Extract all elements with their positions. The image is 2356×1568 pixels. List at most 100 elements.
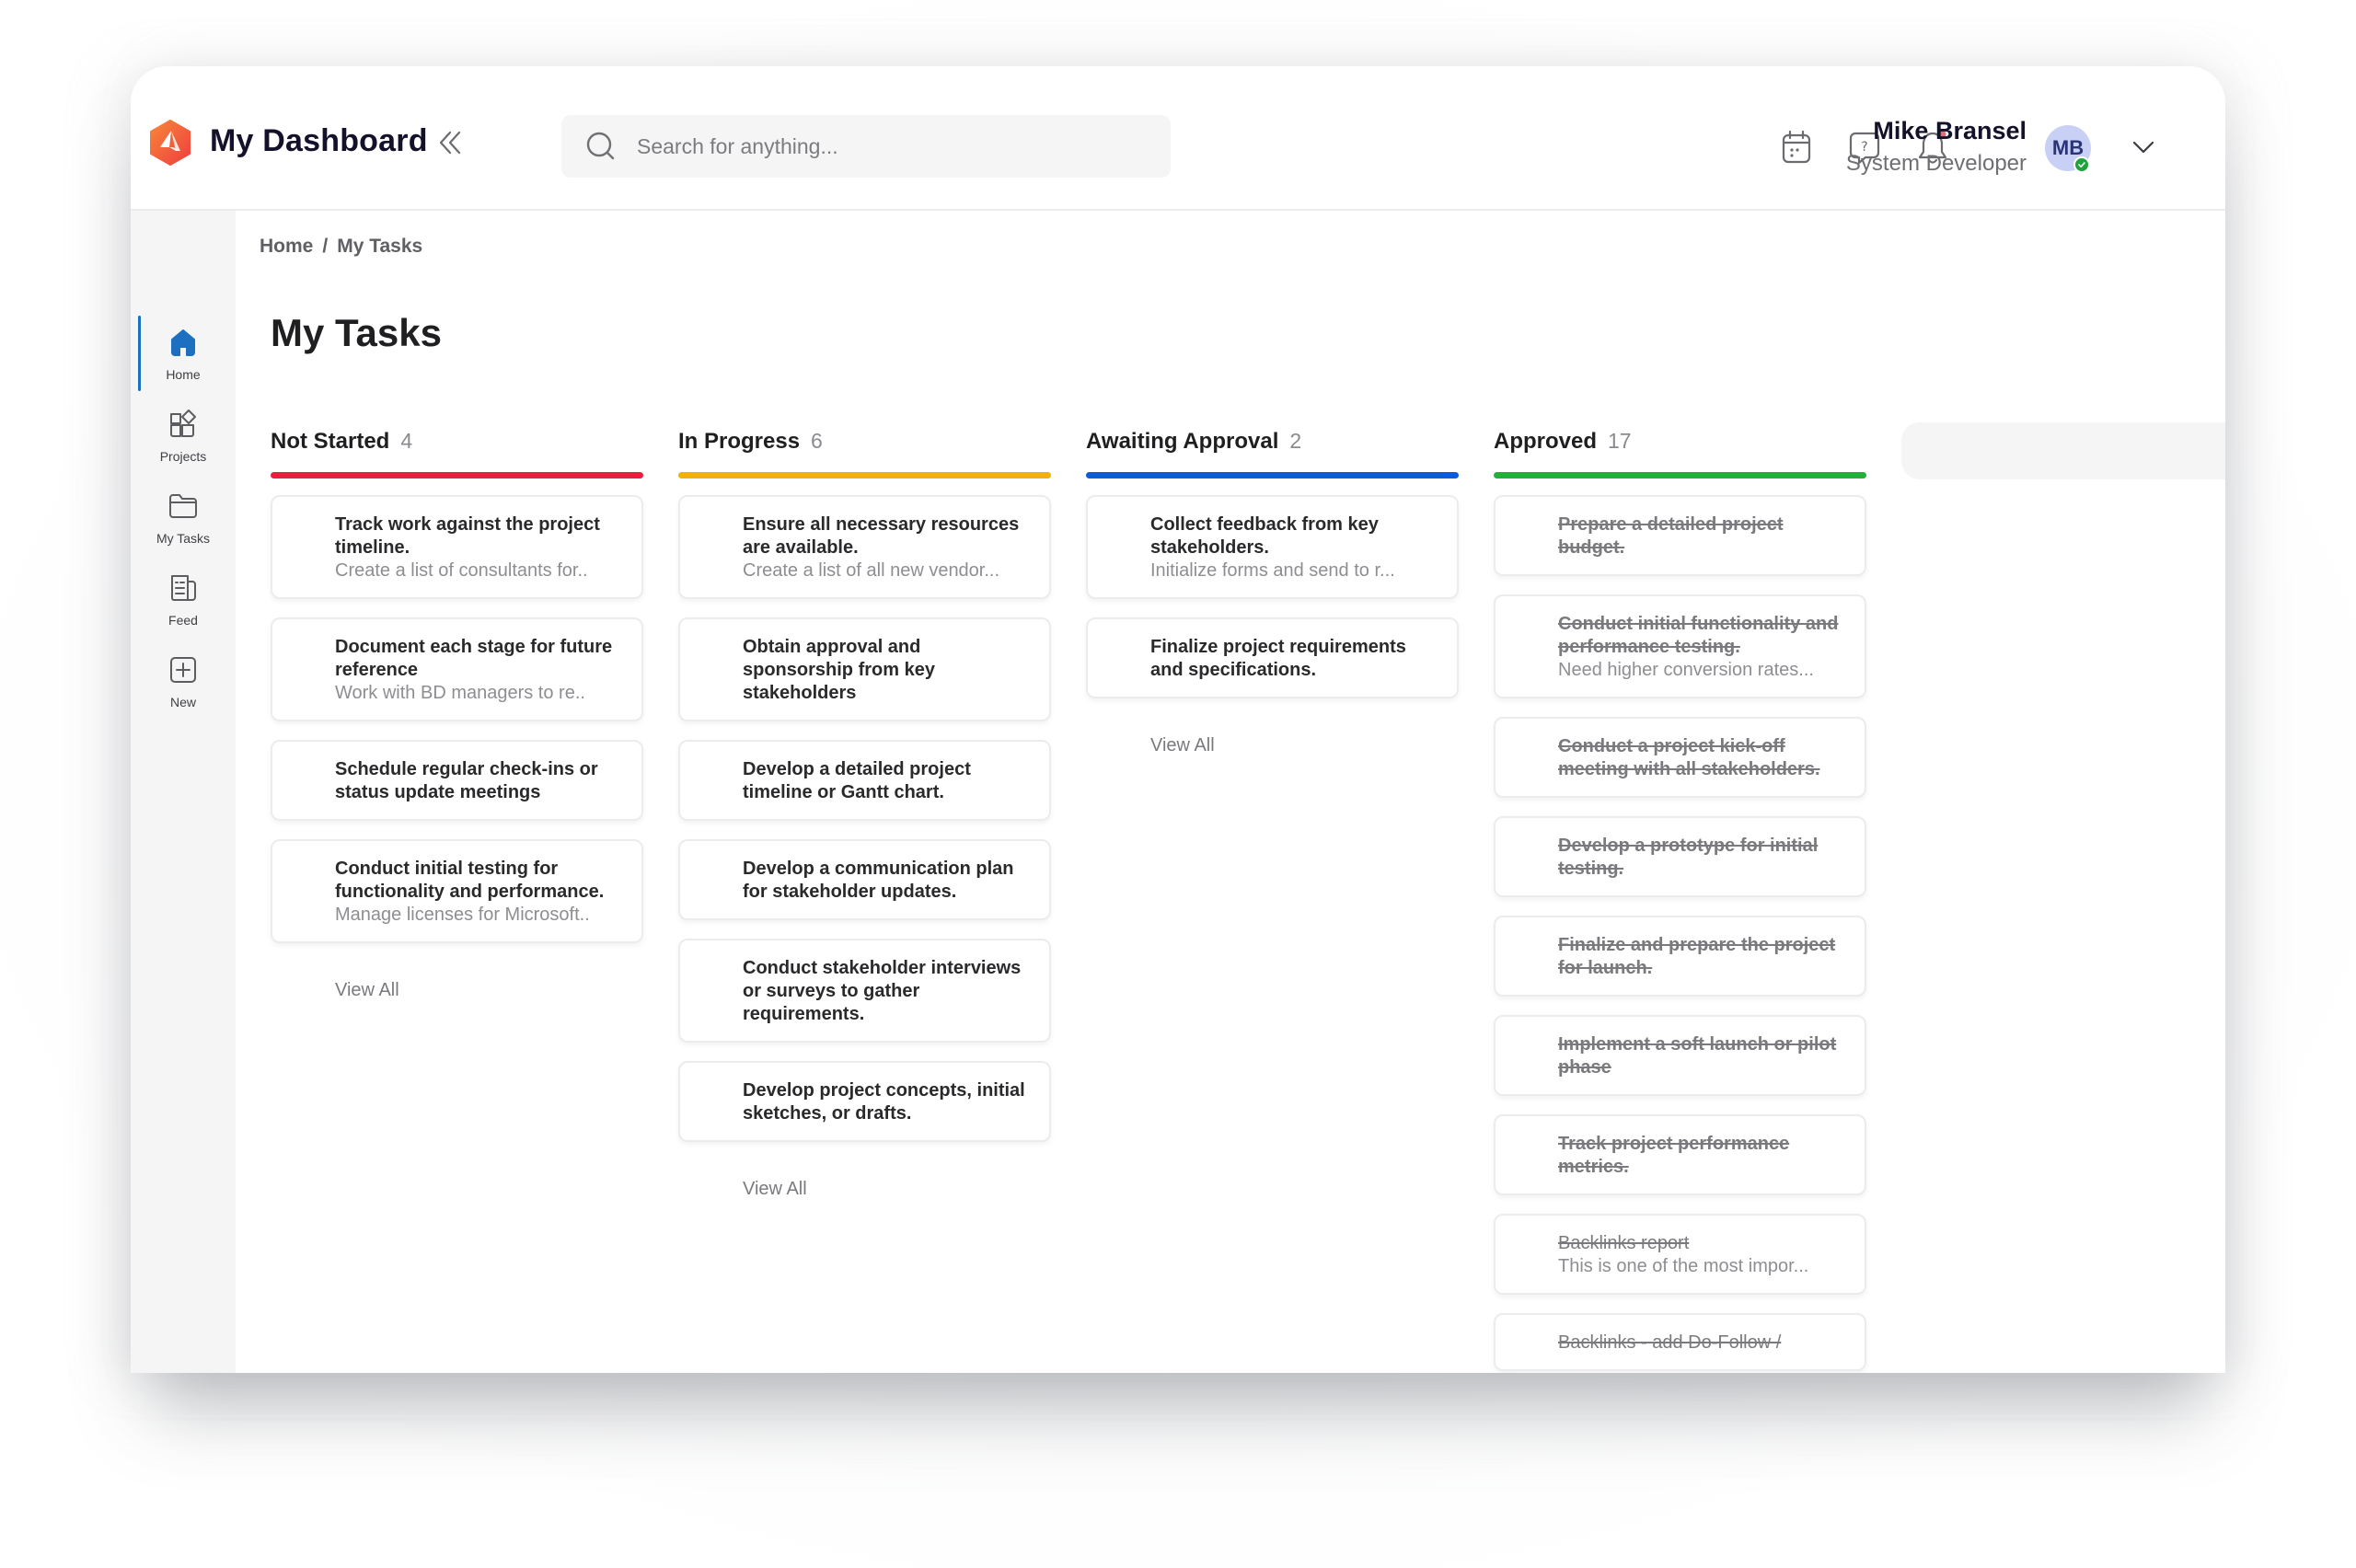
task-description: Create a list of consultants for..	[335, 560, 588, 581]
task-title: Collect feedback from key stakeholders.	[1150, 514, 1379, 558]
app-title: My Dashboard	[210, 123, 428, 158]
column-status-bar	[1086, 472, 1459, 478]
sidebar-item-projects[interactable]: Projects	[131, 401, 236, 480]
task-title: Implement a soft launch or pilot phase	[1558, 1034, 1837, 1078]
sidebar-item-new[interactable]: New	[131, 647, 236, 726]
column-status-bar	[678, 472, 1051, 478]
task-card[interactable]: Schedule regular check-ins or status upd…	[271, 740, 643, 821]
column-title: Not Started	[271, 429, 390, 454]
task-card[interactable]: Implement a soft launch or pilot phase	[1494, 1015, 1866, 1096]
column-header: Not Started 4	[271, 429, 643, 469]
task-card[interactable]: Prepare a detailed project budget.	[1494, 495, 1866, 576]
column-header: Approved 17	[1494, 429, 1866, 469]
column-not-started: Not Started 4 Track work against the proje…	[271, 429, 643, 1001]
task-title: Finalize and prepare the project for lau…	[1558, 935, 1836, 978]
page-title: My Tasks	[271, 311, 442, 354]
feed-icon	[171, 575, 196, 601]
task-title: Develop a detailed project timeline or G…	[743, 759, 971, 802]
task-title: Track work against the project timeline.	[335, 514, 600, 558]
task-title: Schedule regular check-ins or status upd…	[335, 759, 598, 802]
view-all-link[interactable]: View All	[335, 980, 643, 1001]
task-card[interactable]: Develop project concepts, initial sketch…	[678, 1061, 1051, 1142]
online-status-icon	[2073, 156, 2090, 173]
column-title: Awaiting Approval	[1086, 429, 1279, 454]
sidebar: Home Projects My Tasks Feed New	[131, 211, 236, 1373]
card-list: Ensure all necessary resources are avail…	[678, 495, 1051, 1142]
home-icon	[171, 329, 195, 356]
task-card[interactable]: Collect feedback from key stakeholders. I…	[1086, 495, 1459, 599]
task-card[interactable]: Conduct stakeholder interviews or survey…	[678, 939, 1051, 1043]
task-card[interactable]: Develop a detailed project timeline or G…	[678, 740, 1051, 821]
card-list: Prepare a detailed project budget. Conduc…	[1494, 495, 1866, 1371]
search-bar[interactable]	[561, 115, 1171, 178]
task-card[interactable]: Finalize project requirements and specif…	[1086, 617, 1459, 698]
task-card[interactable]: Conduct initial testing for functionalit…	[271, 839, 643, 943]
task-card[interactable]: Conduct initial functionality and perfor…	[1494, 594, 1866, 698]
task-title: Conduct initial functionality and perfor…	[1558, 614, 1839, 657]
app-window: My Dashboard ? Mike Bransel Sys	[131, 66, 2225, 1373]
task-card[interactable]: Conduct a project kick-off meeting with …	[1494, 717, 1866, 798]
column-in-progress: In Progress 6 Ensure all necessary resourc…	[678, 429, 1051, 1200]
task-title: Document each stage for future reference	[335, 637, 613, 680]
column-header: In Progress 6	[678, 429, 1051, 469]
sidebar-item-label: Projects	[159, 449, 207, 464]
task-title: Finalize project requirements and specif…	[1150, 637, 1406, 680]
sidebar-item-home[interactable]: Home	[131, 316, 236, 398]
chevron-down-icon[interactable]	[2131, 138, 2155, 156]
column-count: 2	[1289, 429, 1302, 453]
column-title: Approved	[1494, 429, 1598, 454]
projects-icon	[170, 409, 196, 437]
breadcrumb-separator: /	[322, 236, 329, 257]
task-title: Conduct initial testing for functionalit…	[335, 859, 605, 902]
sidebar-item-feed[interactable]: Feed	[131, 565, 236, 644]
task-card[interactable]: Obtain approval and sponsorship from key…	[678, 617, 1051, 721]
task-title: Prepare a detailed project budget.	[1558, 514, 1784, 558]
task-card[interactable]: Backlinks report This is one of the most …	[1494, 1214, 1866, 1295]
card-list: Track work against the project timeline.…	[271, 495, 643, 943]
column-approved: Approved 17 Prepare a detailed project bud…	[1494, 429, 1866, 1371]
sidebar-item-label: Home	[166, 367, 201, 382]
task-card[interactable]: Track work against the project timeline.…	[271, 495, 643, 599]
task-title: Conduct a project kick-off meeting with …	[1558, 736, 1820, 779]
task-title: Ensure all necessary resources are avail…	[743, 514, 1020, 558]
column-title: In Progress	[678, 429, 801, 454]
task-card[interactable]: Finalize and prepare the project for lau…	[1494, 916, 1866, 997]
sidebar-item-label: Feed	[168, 613, 198, 628]
view-all-link[interactable]: View All	[743, 1179, 1051, 1200]
collapse-sidebar-icon[interactable]	[436, 127, 464, 158]
task-description: Initialize forms and send to r...	[1150, 560, 1395, 581]
task-title: Obtain approval and sponsorship from key…	[743, 637, 935, 703]
breadcrumb: Home / My Tasks	[260, 236, 422, 258]
search-icon	[586, 132, 615, 160]
task-card[interactable]: Backlinks - add Do-Follow /	[1494, 1313, 1866, 1371]
breadcrumb-my-tasks[interactable]: My Tasks	[337, 236, 422, 258]
task-title: Develop a prototype for initial testing.	[1558, 836, 1819, 879]
user-name: Mike Bransel	[1873, 117, 2027, 144]
plus-square-icon	[170, 657, 196, 683]
column-header: Awaiting Approval 2	[1086, 429, 1459, 469]
column-count: 4	[400, 429, 413, 453]
task-description: This is one of the most impor...	[1558, 1256, 1809, 1276]
next-column-placeholder	[1901, 422, 2225, 479]
view-all-link[interactable]: View All	[1150, 735, 1459, 756]
breadcrumb-home[interactable]: Home	[260, 236, 313, 258]
column-status-bar	[271, 472, 643, 478]
task-description: Create a list of all new vendor...	[743, 560, 1000, 581]
column-count: 17	[1608, 429, 1632, 453]
task-card[interactable]: Develop a prototype for initial testing.	[1494, 816, 1866, 897]
task-title: Backlinks - add Do-Follow /	[1558, 1332, 1782, 1353]
search-input[interactable]	[637, 133, 1115, 159]
card-list: Collect feedback from key stakeholders. I…	[1086, 495, 1459, 698]
top-header: My Dashboard ? Mike Bransel Sys	[131, 66, 2225, 211]
folder-icon	[169, 494, 197, 518]
sidebar-item-label: New	[169, 695, 196, 709]
task-card[interactable]: Document each stage for future reference…	[271, 617, 643, 721]
task-card[interactable]: Develop a communication plan for stakeho…	[678, 839, 1051, 920]
task-title: Develop a communication plan for stakeho…	[743, 859, 1014, 902]
task-title: Conduct stakeholder interviews or survey…	[743, 958, 1022, 1024]
task-card[interactable]: Ensure all necessary resources are avail…	[678, 495, 1051, 599]
task-description: Manage licenses for Microsoft..	[335, 905, 590, 925]
calendar-icon[interactable]	[1780, 129, 1813, 166]
task-card[interactable]: Track project performance metrics.	[1494, 1114, 1866, 1195]
sidebar-item-my-tasks[interactable]: My Tasks	[131, 483, 236, 562]
